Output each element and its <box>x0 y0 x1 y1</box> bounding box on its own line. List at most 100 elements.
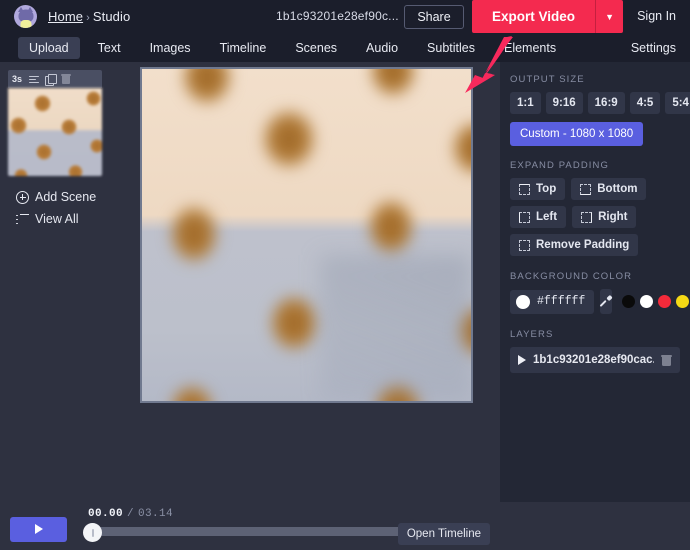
current-time: 00.00 <box>88 508 124 520</box>
cat-avatar-icon[interactable] <box>14 5 37 28</box>
tab-images[interactable]: Images <box>139 37 202 59</box>
play-button[interactable] <box>10 516 67 542</box>
timeline-scrubber: 00.00/03.14 Open Timeline <box>78 506 490 546</box>
color-swatch-row <box>622 295 690 308</box>
background-hex-value: #ffffff <box>537 295 586 308</box>
chevron-down-icon[interactable]: ▼ <box>595 0 623 33</box>
time-separator: / <box>127 508 135 520</box>
layer-item[interactable]: 1b1c93201e28ef90cac... <box>510 347 680 373</box>
main-body: 3s Add Scene View All OUTPUT SIZE 1:1 9:… <box>0 62 690 502</box>
scene-duration-badge: 3s <box>12 74 23 84</box>
ratio-button-row: 1:1 9:16 16:9 4:5 5:4 <box>510 92 690 114</box>
canvas-blob <box>168 203 220 265</box>
canvas-blob <box>268 293 320 353</box>
scene-toolbar: 3s <box>8 70 102 88</box>
padding-bottom-icon <box>580 183 592 195</box>
padding-left-button[interactable]: Left <box>510 206 567 228</box>
canvas-blob <box>260 107 318 171</box>
eyedropper-icon <box>600 296 612 308</box>
scene-card[interactable]: 3s <box>8 70 102 176</box>
share-button[interactable]: Share <box>404 5 464 29</box>
canvas-blob <box>168 383 216 401</box>
scenes-sidebar: 3s Add Scene View All <box>0 62 118 502</box>
thumb-blob <box>86 90 101 107</box>
breadcrumb-home-link[interactable]: Home <box>48 9 83 24</box>
trash-icon[interactable] <box>661 354 672 366</box>
ratio-button-9-16[interactable]: 9:16 <box>545 92 583 114</box>
output-size-label: OUTPUT SIZE <box>510 74 585 85</box>
play-icon <box>34 524 43 534</box>
padding-remove-icon <box>519 239 530 251</box>
padding-top-button[interactable]: Top <box>510 178 566 200</box>
add-scene-button[interactable]: Add Scene <box>8 190 110 204</box>
expand-padding-label: EXPAND PADDING <box>510 160 609 171</box>
export-video-button[interactable]: Export Video <box>472 0 595 33</box>
duplicate-icon[interactable] <box>45 73 58 86</box>
padding-left-label: Left <box>536 211 558 223</box>
padding-top-label: Top <box>536 183 557 195</box>
thumb-blob <box>90 138 102 154</box>
sign-in-button[interactable]: Sign In <box>637 9 676 23</box>
breadcrumb-current: Studio <box>92 9 131 24</box>
tab-scenes[interactable]: Scenes <box>284 37 348 59</box>
avatar-body <box>20 20 31 28</box>
total-time: 03.14 <box>138 508 174 520</box>
swatch-red[interactable] <box>658 295 672 308</box>
top-bar: Home › Studio 1b1c93201e28ef90c... Share E… <box>0 0 690 33</box>
project-title[interactable]: 1b1c93201e28ef90c... <box>276 9 399 23</box>
background-color-field[interactable]: #ffffff <box>510 289 595 314</box>
padding-row-3: Remove Padding <box>510 234 680 256</box>
thumb-blob <box>68 164 83 176</box>
studio-app: Home › Studio 1b1c93201e28ef90c... Share E… <box>0 0 690 550</box>
tab-audio[interactable]: Audio <box>355 37 409 59</box>
canvas-blob <box>366 197 416 257</box>
padding-row-2: Left Right <box>510 206 680 228</box>
split-scene-icon[interactable] <box>29 74 40 85</box>
scrubber-handle[interactable] <box>83 523 102 542</box>
ratio-button-16-9[interactable]: 16:9 <box>587 92 625 114</box>
ratio-button-5-4[interactable]: 5:4 <box>665 92 690 114</box>
view-all-button[interactable]: View All <box>8 212 110 226</box>
plus-circle-icon <box>16 190 29 204</box>
tab-upload[interactable]: Upload <box>18 36 80 59</box>
tab-timeline[interactable]: Timeline <box>209 37 278 59</box>
padding-top-icon <box>519 183 530 195</box>
layers-label: LAYERS <box>510 329 554 340</box>
properties-sidebar: OUTPUT SIZE 1:1 9:16 16:9 4:5 5:4 Custom… <box>500 62 690 502</box>
scene-thumbnail[interactable] <box>8 88 102 176</box>
ratio-button-4-5[interactable]: 4:5 <box>629 92 661 114</box>
background-color-label: BACKGROUND COLOR <box>510 271 633 282</box>
view-all-label: View All <box>35 212 79 226</box>
remove-padding-button[interactable]: Remove Padding <box>510 234 639 256</box>
scrubber-track[interactable] <box>88 527 412 536</box>
nav-tab-bar: Upload Text Images Timeline Scenes Audio… <box>0 33 690 62</box>
tab-text[interactable]: Text <box>87 37 132 59</box>
canvas-blob <box>180 69 234 107</box>
open-timeline-button[interactable]: Open Timeline <box>397 523 490 545</box>
custom-size-button[interactable]: Custom - 1080 x 1080 <box>510 122 644 146</box>
trash-icon[interactable] <box>61 73 72 85</box>
thumb-blob <box>10 116 27 135</box>
remove-padding-label: Remove Padding <box>536 239 630 251</box>
play-triangle-icon[interactable] <box>518 355 526 365</box>
thumb-blob <box>14 168 28 176</box>
canvas-blob <box>450 119 471 177</box>
tab-settings[interactable]: Settings <box>631 41 676 55</box>
background-color-preview <box>516 294 530 309</box>
ratio-button-1-1[interactable]: 1:1 <box>510 92 541 114</box>
tab-subtitles[interactable]: Subtitles <box>416 37 486 59</box>
swatch-black[interactable] <box>622 295 636 308</box>
padding-right-button[interactable]: Right <box>572 206 637 228</box>
background-color-row: #ffffff <box>510 289 690 314</box>
eyedropper-button[interactable] <box>600 289 613 314</box>
swatch-white[interactable] <box>640 295 654 308</box>
swatch-yellow[interactable] <box>676 295 690 308</box>
canvas-blob <box>368 69 418 99</box>
playback-bar: 00.00/03.14 Open Timeline <box>0 502 500 550</box>
thumb-blob <box>36 143 52 161</box>
preview-canvas[interactable] <box>140 67 473 403</box>
padding-bottom-button[interactable]: Bottom <box>571 178 647 200</box>
padding-right-label: Right <box>598 211 628 223</box>
padding-left-icon <box>519 211 530 223</box>
tab-elements[interactable]: Elements <box>493 37 567 59</box>
